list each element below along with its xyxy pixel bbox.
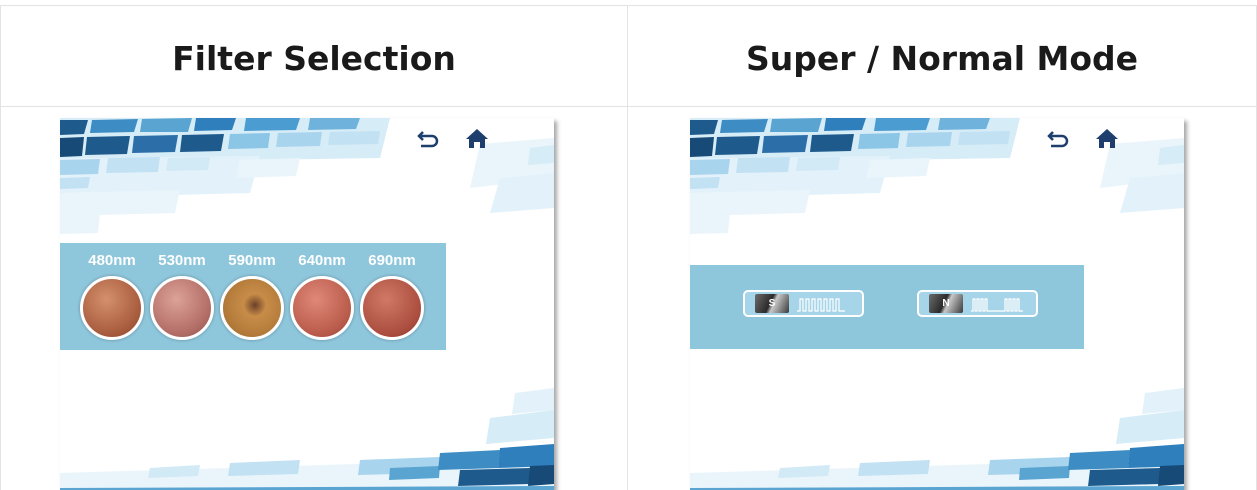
super-mode-button[interactable]: S [743, 290, 864, 317]
table-border-mid [0, 106, 1257, 107]
filter-480nm[interactable]: 480nm [79, 243, 145, 350]
filter-swatch [220, 276, 284, 340]
filter-swatch [80, 276, 144, 340]
normal-mode-button[interactable]: N [917, 290, 1038, 317]
mode-panel: S N [690, 265, 1084, 349]
filter-swatch [150, 276, 214, 340]
home-icon[interactable] [1094, 126, 1120, 150]
back-icon[interactable] [1047, 126, 1073, 150]
filter-screen: 480nm 530nm 590nm 640nm 690nm [60, 118, 554, 490]
filter-690nm[interactable]: 690nm [359, 243, 425, 350]
filter-label: 590nm [228, 252, 276, 269]
pulse-wave-icon [971, 298, 1023, 312]
filter-530nm[interactable]: 530nm [149, 243, 215, 350]
home-icon[interactable] [464, 126, 490, 150]
super-mode-badge: S [755, 294, 789, 313]
filter-label: 690nm [368, 252, 416, 269]
filter-swatch [290, 276, 354, 340]
mode-screen: S N [690, 118, 1184, 490]
filter-label: 530nm [158, 252, 206, 269]
filter-640nm[interactable]: 640nm [289, 243, 355, 350]
filter-590nm[interactable]: 590nm [219, 243, 285, 350]
filter-label: 480nm [88, 252, 136, 269]
filter-swatch [360, 276, 424, 340]
pulse-wave-icon [797, 298, 845, 312]
normal-mode-badge: N [929, 294, 963, 313]
mode-heading: Super / Normal Mode [745, 38, 1139, 78]
back-icon[interactable] [417, 126, 443, 150]
filter-panel: 480nm 530nm 590nm 640nm 690nm [60, 243, 446, 350]
table-border-top [0, 5, 1257, 6]
filter-selection-heading: Filter Selection [172, 38, 456, 78]
comparison-table: Filter Selection Super / Normal Mode 480… [0, 0, 1257, 490]
filter-label: 640nm [298, 252, 346, 269]
